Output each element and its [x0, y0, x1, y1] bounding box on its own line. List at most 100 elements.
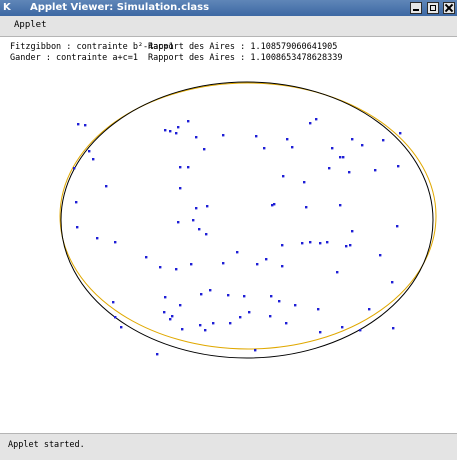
sample-point [195, 207, 198, 210]
sample-point [73, 167, 76, 170]
sample-point [76, 226, 79, 229]
title-bar[interactable]: K Applet Viewer: Simulation.class [0, 0, 457, 16]
sample-point [294, 304, 297, 307]
sample-point [285, 322, 288, 325]
kde-app-icon[interactable]: K [3, 0, 11, 16]
sample-point [179, 187, 182, 190]
sample-point [270, 295, 273, 298]
sample-point [164, 129, 167, 132]
status-bar: Applet started. [0, 433, 457, 460]
sample-point [351, 138, 354, 141]
sample-point [326, 241, 329, 244]
sample-point [198, 228, 201, 231]
sample-points [73, 118, 402, 356]
sample-point [281, 244, 284, 247]
sample-point [169, 318, 172, 321]
sample-point [361, 144, 364, 147]
sample-point [181, 328, 184, 331]
sample-point [243, 295, 246, 298]
sample-point [305, 206, 308, 209]
sample-point [359, 329, 362, 332]
sample-point [177, 221, 180, 224]
fitzgibbon-row: Fitzgibbon : contrainte b²-4ac=1 Rapport… [10, 42, 450, 53]
sample-point [96, 237, 99, 240]
sample-point [84, 124, 87, 127]
sample-point [278, 300, 281, 303]
sample-point [348, 171, 351, 174]
sample-point [120, 326, 123, 329]
sample-point [203, 148, 206, 151]
sample-point [265, 258, 268, 261]
minimize-icon[interactable] [410, 2, 423, 14]
sample-point [345, 245, 348, 248]
sample-point [286, 138, 289, 141]
sample-point [379, 254, 382, 257]
sample-point [190, 263, 193, 266]
sample-point [239, 316, 242, 319]
maximize-icon[interactable] [426, 2, 439, 14]
sample-point [303, 181, 306, 184]
sample-point [206, 205, 209, 208]
sample-point [163, 311, 166, 314]
sample-point [391, 281, 394, 284]
sample-point [301, 242, 304, 245]
sample-point [309, 241, 312, 244]
sample-point [156, 353, 159, 356]
sample-point [263, 147, 266, 150]
sample-point [179, 304, 182, 307]
sample-point [339, 204, 342, 207]
sample-point [255, 135, 258, 138]
sample-point [187, 166, 190, 169]
sample-point [351, 230, 354, 233]
fitzgibbon-fit-ellipse [60, 81, 434, 359]
sample-point [179, 166, 182, 169]
sample-point [328, 167, 331, 170]
sample-point [169, 130, 172, 133]
sample-point [229, 322, 232, 325]
sample-point [114, 316, 117, 319]
menu-applet[interactable]: Applet [14, 20, 47, 30]
sample-point [236, 251, 239, 254]
sample-point [331, 147, 334, 150]
window-controls [409, 2, 455, 14]
applet-viewer-window: K Applet Viewer: Simulation.class Applet… [0, 0, 457, 460]
simulation-canvas[interactable]: Fitzgibbon : contrainte b²-4ac=1 Rapport… [0, 37, 457, 433]
sample-point [368, 308, 371, 311]
sample-point [209, 289, 212, 292]
sample-point [256, 263, 259, 266]
sample-point [317, 308, 320, 311]
sample-point [319, 242, 322, 245]
sample-point [222, 134, 225, 137]
sample-point [212, 322, 215, 325]
sample-point [396, 225, 399, 228]
sample-point [77, 123, 80, 126]
sample-point [315, 118, 318, 121]
sample-point [309, 122, 312, 125]
gander-area-ratio: Rapport des Aires : 1.1008653478628339 [148, 53, 343, 63]
sample-point [227, 294, 230, 297]
sample-point [248, 311, 251, 314]
sample-point [164, 296, 167, 299]
sample-point [75, 201, 78, 204]
sample-point [341, 326, 344, 329]
sample-point [349, 244, 352, 247]
sample-point [204, 329, 207, 332]
sample-point [171, 315, 174, 318]
close-icon[interactable] [443, 2, 455, 14]
sample-point [254, 349, 257, 352]
sample-point [175, 132, 178, 135]
sample-point [339, 156, 342, 159]
sample-point [374, 169, 377, 172]
sample-point [397, 165, 400, 168]
sample-point [195, 136, 198, 139]
sample-point [192, 219, 195, 222]
sample-point [187, 120, 190, 123]
sample-point [281, 265, 284, 268]
sample-point [177, 126, 180, 129]
sample-point [92, 158, 95, 161]
sample-point [392, 327, 395, 330]
sample-point [399, 132, 402, 135]
status-text: Applet started. [8, 440, 85, 450]
sample-point [269, 315, 272, 318]
sample-point [114, 241, 117, 244]
